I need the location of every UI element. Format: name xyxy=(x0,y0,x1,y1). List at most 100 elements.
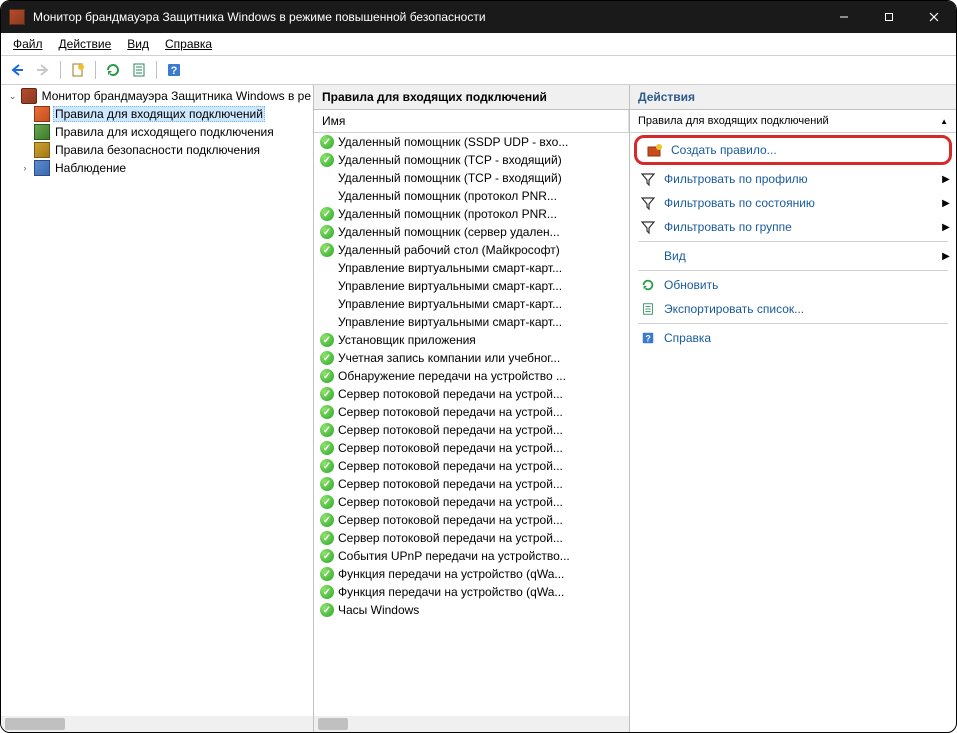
action-view[interactable]: Вид ▶ xyxy=(630,244,956,268)
action-new-rule[interactable]: Создать правило... xyxy=(637,138,949,162)
rule-row[interactable]: ✓Часы Windows xyxy=(314,601,629,619)
rule-row[interactable]: ✓Удаленный помощник (TCP - входящий) xyxy=(314,151,629,169)
rule-row[interactable]: ✓Сервер потоковой передачи на устрой... xyxy=(314,529,629,547)
expand-icon[interactable]: › xyxy=(19,163,31,173)
action-help[interactable]: ? Справка xyxy=(630,326,956,350)
rule-row[interactable]: ✓Учетная запись компании или учебног... xyxy=(314,349,629,367)
rule-row[interactable]: ✓Установщик приложения xyxy=(314,331,629,349)
tree-item-outbound[interactable]: Правила для исходящего подключения xyxy=(1,123,313,141)
status-enabled-icon: ✓ xyxy=(320,441,334,455)
rule-name: Сервер потоковой передачи на устрой... xyxy=(338,531,563,545)
export-list-icon xyxy=(131,62,147,78)
rule-row[interactable]: ✓События UPnP передачи на устройство... xyxy=(314,547,629,565)
actions-section-title: Правила для входящих подключений xyxy=(638,115,829,127)
window-title: Монитор брандмауэра Защитника Windows в … xyxy=(33,10,821,24)
action-label: Справка xyxy=(664,331,956,345)
actions-section-header[interactable]: Правила для входящих подключений ▲ xyxy=(630,110,956,133)
firewall-icon xyxy=(21,88,36,104)
rule-name: Сервер потоковой передачи на устрой... xyxy=(338,423,563,437)
status-enabled-icon: ✓ xyxy=(320,603,334,617)
rule-row[interactable]: ✓Удаленный рабочий стол (Майкрософт) xyxy=(314,241,629,259)
connection-security-icon xyxy=(34,142,50,158)
list-hscroll[interactable] xyxy=(314,716,629,732)
rule-row[interactable]: ✓Сервер потоковой передачи на устрой... xyxy=(314,493,629,511)
status-enabled-icon: ✓ xyxy=(320,405,334,419)
action-label: Создать правило... xyxy=(671,143,949,157)
rule-row[interactable]: Удаленный помощник (TCP - входящий) xyxy=(314,169,629,187)
rule-row[interactable]: ✓Функция передачи на устройство (qWa... xyxy=(314,583,629,601)
toolbar-export-button[interactable] xyxy=(127,58,151,82)
close-button[interactable] xyxy=(911,1,956,33)
collapse-icon[interactable]: ⌄ xyxy=(7,91,18,102)
action-filter-group[interactable]: Фильтровать по группе ▶ xyxy=(630,215,956,239)
action-label: Вид xyxy=(664,249,936,263)
rule-row[interactable]: Управление виртуальными смарт-карт... xyxy=(314,313,629,331)
action-filter-state[interactable]: Фильтровать по состоянию ▶ xyxy=(630,191,956,215)
rule-name: Сервер потоковой передачи на устрой... xyxy=(338,387,563,401)
rule-row[interactable]: Управление виртуальными смарт-карт... xyxy=(314,277,629,295)
rule-name: Учетная запись компании или учебног... xyxy=(338,351,560,365)
nav-back-button[interactable] xyxy=(5,58,29,82)
toolbar: ? xyxy=(1,56,956,85)
tree[interactable]: ⌄ Монитор брандмауэра Защитника Windows … xyxy=(1,85,313,716)
rule-row[interactable]: ✓ Сервер потоковой передачи на устрой... xyxy=(314,421,629,439)
rule-name: Функция передачи на устройство (qWa... xyxy=(338,567,564,581)
rule-name: Удаленный помощник (протокол PNR... xyxy=(338,207,557,221)
status-enabled-icon: ✓ xyxy=(320,207,334,221)
menu-action[interactable]: Действие xyxy=(51,35,120,53)
status-enabled-icon: ✓ xyxy=(320,549,334,563)
status-enabled-icon: ✓ xyxy=(320,423,334,437)
submenu-arrow-icon: ▶ xyxy=(936,198,956,209)
rule-row[interactable]: ✓Сервер потоковой передачи на устрой... xyxy=(314,511,629,529)
menubar: Файл Действие Вид Справка xyxy=(1,33,956,56)
nav-forward-button[interactable] xyxy=(31,58,55,82)
rule-row[interactable]: ✓Сервер потоковой передачи на устрой... xyxy=(314,403,629,421)
action-refresh[interactable]: Обновить xyxy=(630,273,956,297)
minimize-button[interactable] xyxy=(821,1,866,33)
status-disabled-icon xyxy=(320,171,334,185)
rule-row[interactable]: ✓Сервер потоковой передачи на устрой... xyxy=(314,385,629,403)
rule-row[interactable]: ✓Сервер потоковой передачи на устрой... xyxy=(314,475,629,493)
highlight-annotation: Создать правило... xyxy=(634,135,952,165)
rule-row[interactable]: ✓Удаленный помощник (SSDP UDP - вхо... xyxy=(314,133,629,151)
rule-row[interactable]: Управление виртуальными смарт-карт... xyxy=(314,295,629,313)
rule-row[interactable]: ✓Сервер потоковой передачи на устрой... xyxy=(314,439,629,457)
help-icon: ? xyxy=(640,330,656,346)
menu-view[interactable]: Вид xyxy=(119,35,157,53)
action-filter-profile[interactable]: Фильтровать по профилю ▶ xyxy=(630,167,956,191)
status-enabled-icon: ✓ xyxy=(320,243,334,257)
tree-root[interactable]: ⌄ Монитор брандмауэра Защитника Windows … xyxy=(1,87,313,105)
rule-name: Управление виртуальными смарт-карт... xyxy=(338,315,562,329)
action-label: Фильтровать по состоянию xyxy=(664,196,936,210)
rule-row[interactable]: Управление виртуальными смарт-карт... xyxy=(314,259,629,277)
column-name[interactable]: Имя xyxy=(314,110,629,132)
rule-row[interactable]: ✓ Удаленный помощник (протокол PNR... xyxy=(314,205,629,223)
tree-hscroll[interactable] xyxy=(1,716,313,732)
menu-help[interactable]: Справка xyxy=(157,35,220,53)
toolbar-new-button[interactable] xyxy=(66,58,90,82)
maximize-button[interactable] xyxy=(866,1,911,33)
action-label: Экспортировать список... xyxy=(664,302,956,316)
tree-item-label: Правила безопасности подключения xyxy=(53,143,262,157)
menu-file[interactable]: Файл xyxy=(5,35,51,53)
tree-item-connection-security[interactable]: Правила безопасности подключения xyxy=(1,141,313,159)
toolbar-help-button[interactable]: ? xyxy=(162,58,186,82)
tree-item-inbound[interactable]: Правила для входящих подключений xyxy=(1,105,313,123)
toolbar-refresh-button[interactable] xyxy=(101,58,125,82)
app-icon xyxy=(9,9,25,25)
tree-item-monitoring[interactable]: › Наблюдение xyxy=(1,159,313,177)
status-disabled-icon xyxy=(320,297,334,311)
export-list-icon xyxy=(640,301,656,317)
rule-name: Обнаружение передачи на устройство ... xyxy=(338,369,566,383)
rule-row[interactable]: ✓Функция передачи на устройство (qWa... xyxy=(314,565,629,583)
rule-name: Сервер потоковой передачи на устрой... xyxy=(338,459,563,473)
rule-row[interactable]: ✓Сервер потоковой передачи на устрой... xyxy=(314,457,629,475)
rule-row[interactable]: ✓Удаленный помощник (сервер удален... xyxy=(314,223,629,241)
arrow-right-icon xyxy=(35,62,51,78)
rule-row[interactable]: ✓Обнаружение передачи на устройство ... xyxy=(314,367,629,385)
monitoring-icon xyxy=(34,160,50,176)
action-export[interactable]: Экспортировать список... xyxy=(630,297,956,321)
rule-row[interactable]: Удаленный помощник (протокол PNR... xyxy=(314,187,629,205)
rule-name: Удаленный помощник (TCP - входящий) xyxy=(338,153,562,167)
rules-list[interactable]: ✓Удаленный помощник (SSDP UDP - вхо...✓У… xyxy=(314,133,629,716)
